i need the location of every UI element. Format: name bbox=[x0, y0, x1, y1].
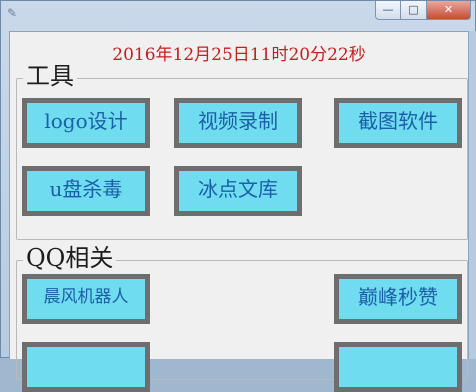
qq-group-title: QQ相关 bbox=[23, 244, 117, 272]
logo-design-button[interactable]: logo设计 bbox=[22, 98, 150, 148]
form-client-area: 2016年12月25日11时20分22秒 工具 logo设计 视频录制 截图软件… bbox=[9, 31, 469, 392]
datetime-label: 2016年12月25日11时20分22秒 bbox=[112, 45, 366, 65]
app-window: ✎ — □ ✕ 2016年12月25日11时20分22秒 工具 logo设计 视… bbox=[0, 0, 476, 392]
chenfeng-robot-button[interactable]: 晨风机器人 bbox=[22, 274, 150, 324]
window-title bbox=[27, 5, 147, 21]
qq-tool-button-4[interactable] bbox=[334, 342, 462, 392]
dianfeng-like-button[interactable]: 巅峰秒赞 bbox=[334, 274, 462, 324]
usb-antivirus-button[interactable]: u盘杀毒 bbox=[22, 166, 150, 216]
minimize-button[interactable]: — bbox=[375, 1, 401, 20]
title-bar[interactable]: ✎ — □ ✕ bbox=[1, 1, 475, 25]
screenshot-software-button[interactable]: 截图软件 bbox=[334, 98, 462, 148]
video-record-button[interactable]: 视频录制 bbox=[174, 98, 302, 148]
close-button[interactable]: ✕ bbox=[427, 1, 471, 20]
qq-tool-button-3[interactable] bbox=[22, 342, 150, 392]
tools-group-title: 工具 bbox=[23, 62, 77, 90]
maximize-button[interactable]: □ bbox=[401, 1, 427, 20]
bingdian-wenku-button[interactable]: 冰点文库 bbox=[174, 166, 302, 216]
app-icon: ✎ bbox=[7, 6, 18, 20]
caption-buttons: — □ ✕ bbox=[375, 1, 471, 21]
window-border-right bbox=[469, 31, 476, 359]
